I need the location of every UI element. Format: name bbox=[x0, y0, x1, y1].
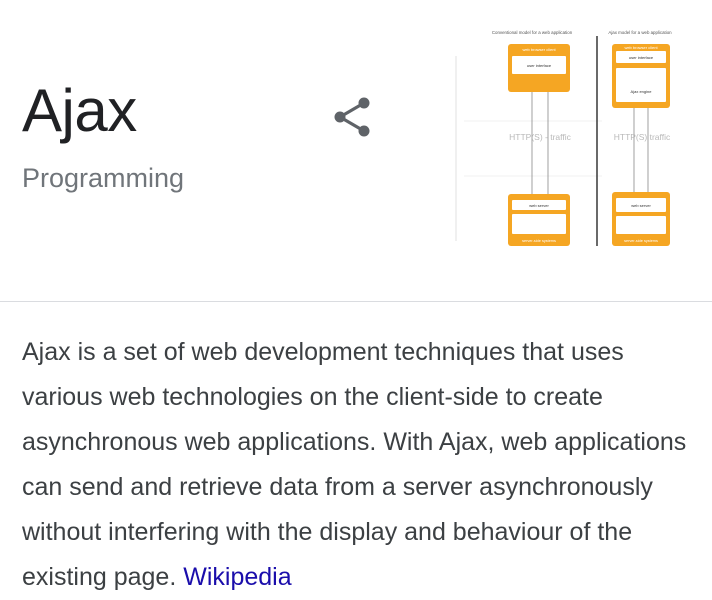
ajax-diagram-thumbnail[interactable]: Conventional model for a web application… bbox=[452, 26, 678, 252]
thumb-right-server-label: web server bbox=[631, 203, 651, 208]
thumb-left-ui-label: user interface bbox=[527, 63, 552, 68]
thumb-right-traffic: HTTP(S) traffic bbox=[614, 132, 671, 142]
share-icon[interactable] bbox=[330, 94, 376, 140]
thumb-left-heading: Conventional model for a web application bbox=[492, 30, 573, 35]
panel-subtitle: Programming bbox=[22, 163, 185, 193]
thumb-right-ui-label: user interface bbox=[629, 55, 654, 60]
thumb-left-traffic: HTTP(S) - traffic bbox=[509, 132, 571, 142]
section-divider bbox=[0, 301, 712, 302]
thumb-left-browser-label: web browser client bbox=[522, 47, 556, 52]
wikipedia-link[interactable]: Wikipedia bbox=[183, 563, 291, 591]
thumb-left-system-label: server-side systems bbox=[522, 239, 556, 243]
panel-title: Ajax bbox=[22, 77, 137, 144]
thumb-right-browser-label: web browser client bbox=[624, 45, 658, 50]
knowledge-panel: Ajax Programming Conventional model for … bbox=[0, 0, 712, 600]
thumb-right-system-label: server-side systems bbox=[624, 239, 658, 243]
panel-description: Ajax is a set of web development techniq… bbox=[22, 330, 698, 600]
description-text: Ajax is a set of web development techniq… bbox=[22, 338, 687, 591]
thumb-right-engine-label: Ajax engine bbox=[631, 89, 653, 94]
thumb-right-heading: Ajax model for a web application bbox=[608, 30, 672, 35]
thumb-left-server-label: web server bbox=[529, 203, 549, 208]
